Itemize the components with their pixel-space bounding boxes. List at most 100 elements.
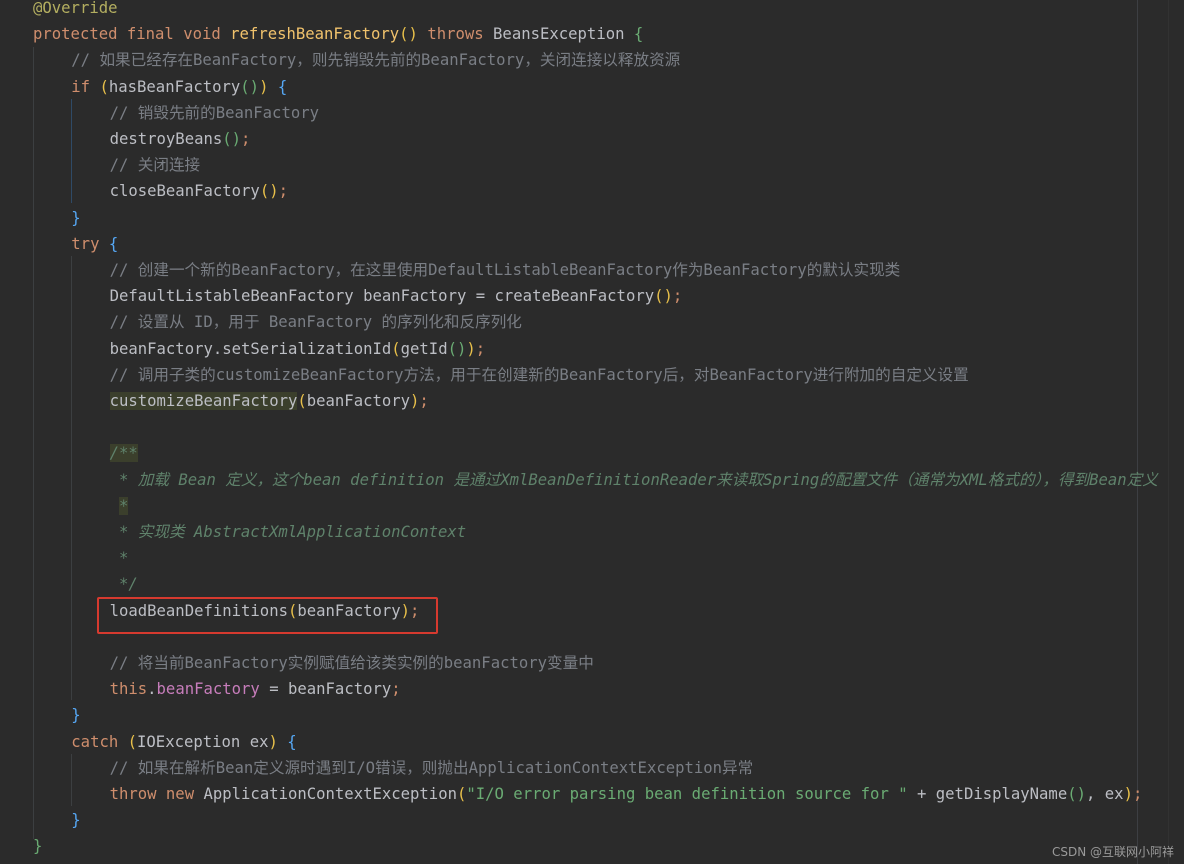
code-token: ( [297,392,307,410]
code-token: beanFactory [306,392,411,410]
code-line[interactable]: // 创建一个新的BeanFactory，在这里使用DefaultListabl… [110,257,901,283]
code-token: catch [71,732,128,751]
code-line[interactable]: * [109,545,129,571]
code-token: customizeBeanFactory [109,392,298,410]
code-token: ; [1132,785,1143,803]
code-token: () [399,25,418,44]
code-token: { [633,25,644,44]
code-line[interactable]: * [110,493,129,519]
code-line[interactable]: } [71,702,80,728]
code-line[interactable]: // 将当前BeanFactory实例赋值给该类实例的beanFactory变量… [110,650,594,676]
code-line[interactable]: // 如果已经存在BeanFactory，则先销毁先前的BeanFactory，… [71,47,680,73]
code-token: ; [391,680,401,699]
code-line[interactable]: throw new ApplicationContextException("I… [110,781,1143,807]
code-token: * 加载 Bean 定义，这个bean definition 是通过XmlBea… [109,470,1158,489]
code-token: } [71,706,81,725]
scrollbar-track[interactable] [1168,0,1169,864]
code-line[interactable]: DefaultListableBeanFactory beanFactory =… [110,283,683,309]
code-line[interactable]: protected final void refreshBeanFactory(… [33,21,643,47]
code-token: DefaultListableBeanFactory beanFactory =… [109,287,655,306]
code-token: { [277,77,288,96]
code-line[interactable]: } [71,807,80,833]
code-token: */ [109,575,138,594]
code-token: "I/O error parsing bean definition sourc… [466,785,908,803]
code-token: ApplicationContextException [203,785,457,803]
code-token: ) [1123,785,1133,803]
code-line[interactable]: catch (IOException ex) { [71,729,296,755]
code-line[interactable]: customizeBeanFactory(beanFactory); [109,388,429,414]
watermark: CSDN @互联网小阿祥 [1051,845,1174,859]
code-token: + getDisplayName [907,785,1068,803]
code-token: ; [475,339,486,358]
code-token: ( [127,732,138,751]
code-line[interactable]: // 设置从 ID，用于 BeanFactory 的序列化和反序列化 [110,309,522,335]
code-line[interactable]: destroyBeans(); [110,126,251,152]
code-token: throws [417,25,494,44]
code-token: getId [400,339,448,358]
code-line[interactable]: } [33,833,42,859]
code-token: } [71,208,81,227]
code-token: /** [109,444,138,463]
code-token: () [654,287,673,306]
code-token: beanFactory [156,680,260,699]
code-line[interactable]: * 加载 Bean 定义，这个bean definition 是通过XmlBea… [110,467,1158,493]
code-line[interactable]: if (hasBeanFactory()) { [71,74,287,100]
code-line[interactable]: */ [110,571,138,597]
code-token: // 关闭连接 [109,156,201,175]
code-token: closeBeanFactory [109,182,260,201]
indent-guide-if [71,99,72,203]
code-token: // 如果在解析Bean定义源时遇到I/O错误，则抛出ApplicationCo… [109,758,754,777]
code-token: refreshBeanFactory [230,25,400,44]
code-line[interactable]: closeBeanFactory(); [110,178,288,204]
code-token: () [240,77,260,96]
code-line[interactable]: // 销毁先前的BeanFactory [110,100,319,126]
code-token: ) [466,339,476,358]
code-token: // 调用子类的customizeBeanFactory方法，用于在创建新的Be… [109,365,969,384]
code-token: () [259,182,279,201]
code-token: ; [419,392,429,410]
code-token: { [287,732,297,751]
code-line[interactable]: // 如果在解析Bean定义源时遇到I/O错误，则抛出ApplicationCo… [110,755,754,781]
code-line[interactable]: * 实现类 AbstractXmlApplicationContext [109,519,467,545]
code-token: destroyBeans [109,130,223,148]
code-token: // 将当前BeanFactory实例赋值给该类实例的beanFactory变量… [109,654,594,672]
code-token: ) [410,392,420,410]
code-token: hasBeanFactory [108,77,241,96]
code-token: = beanFactory [259,680,392,699]
code-line[interactable]: // 调用子类的customizeBeanFactory方法，用于在创建新的Be… [110,362,969,388]
code-token: try [71,234,109,253]
code-token: IOException ex [137,732,269,751]
code-token: () [447,339,467,358]
code-line[interactable]: beanFactory.setSerializationId(getId()); [110,336,486,362]
code-token: // 设置从 ID，用于 BeanFactory 的序列化和反序列化 [109,313,522,332]
code-token: ( [391,339,401,358]
code-token: ; [241,130,251,148]
code-token: () [1067,785,1086,803]
indent-guide-catch [71,754,72,806]
code-token: this [109,680,148,699]
code-token: } [33,837,43,856]
code-line[interactable]: try { [71,231,118,257]
code-token: * [109,549,129,568]
code-token: beanFactory.setSerializationId [109,339,392,358]
code-token: @Override [33,0,118,17]
code-token: * [118,496,129,515]
code-token: ( [99,77,109,96]
code-token: () [222,130,242,148]
right-margin-guide [1137,0,1138,864]
code-line[interactable]: /** [109,440,138,466]
code-token: if [71,77,100,96]
code-token: } [71,811,81,830]
code-token: ; [672,287,683,306]
code-line[interactable]: } [71,205,80,231]
code-line[interactable]: @Override [33,0,118,21]
code-line[interactable]: this.beanFactory = beanFactory; [110,676,401,702]
code-token: ; [278,182,288,201]
code-token: * 实现类 AbstractXmlApplicationContext [109,523,467,541]
code-line[interactable]: // 关闭连接 [110,152,201,178]
code-token: protected final void [33,25,231,44]
highlight-box-loadBeanDefinitions [97,597,438,634]
